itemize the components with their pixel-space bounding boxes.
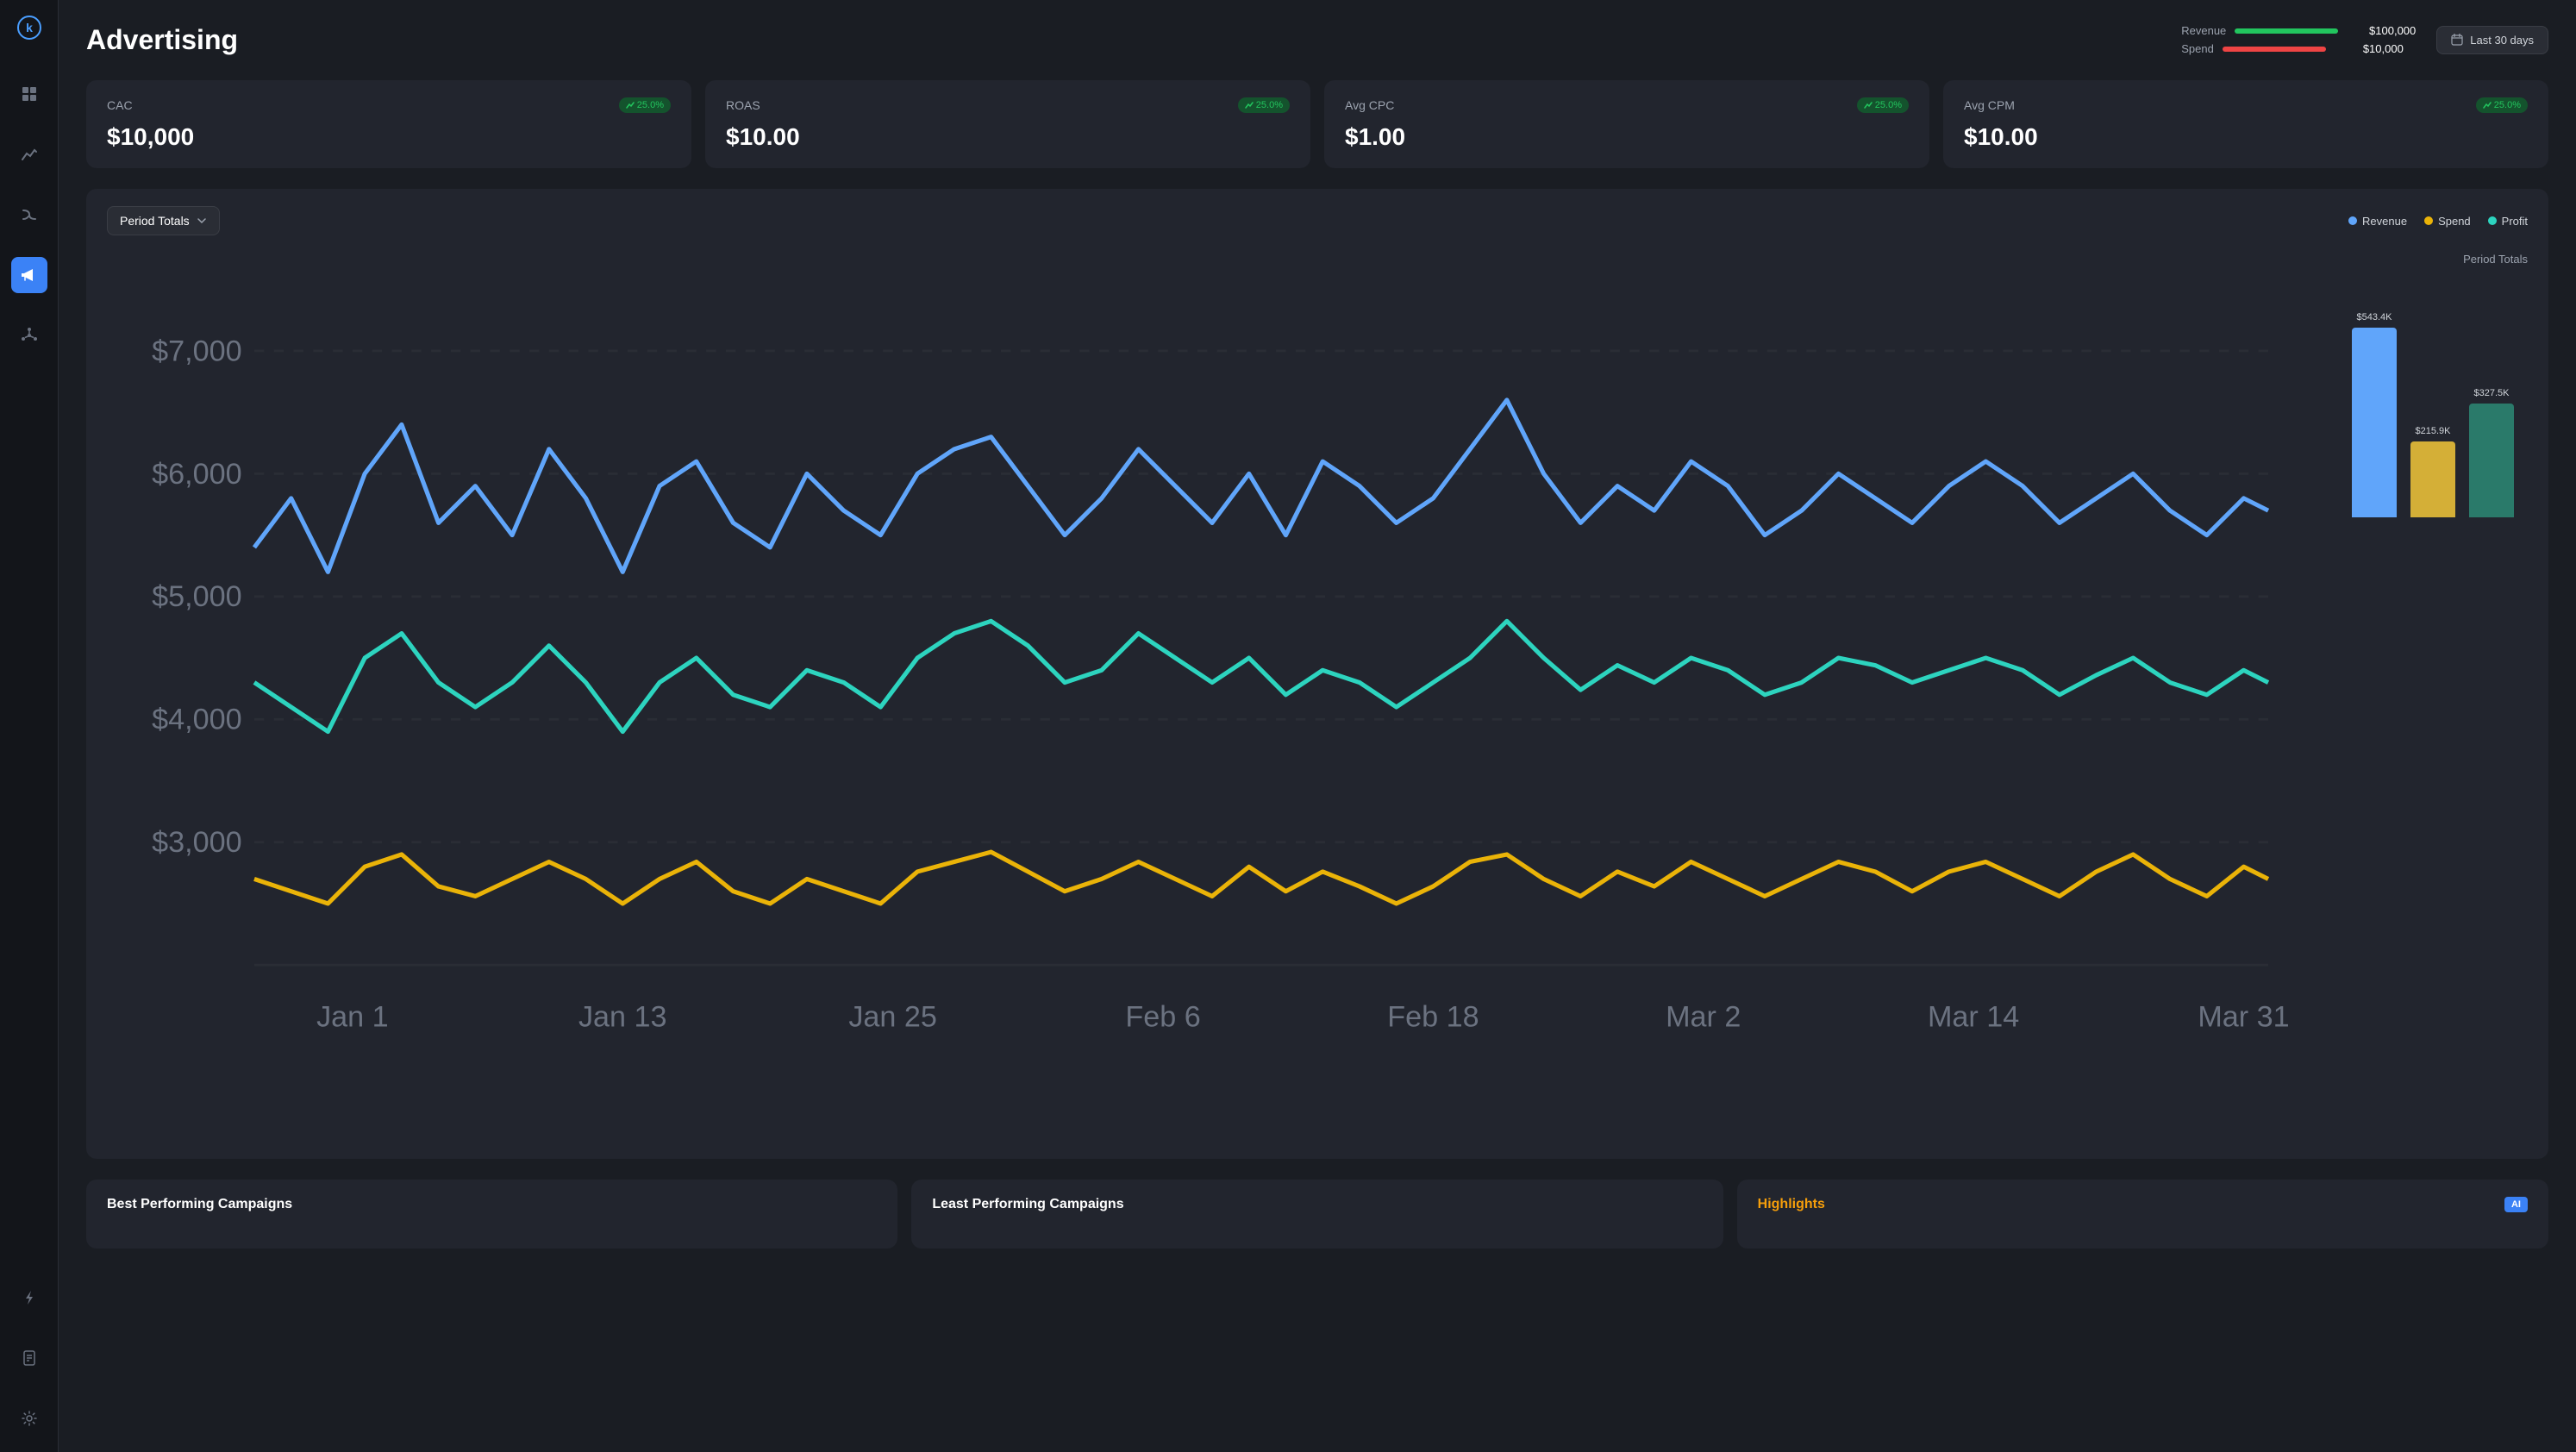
bar-revenue-bar	[2352, 328, 2397, 517]
sidebar-item-integrations[interactable]	[11, 317, 47, 354]
svg-text:Feb 6: Feb 6	[1125, 1000, 1200, 1033]
kpi-card-cac: CAC 25.0% $10,000	[86, 80, 691, 168]
date-filter-button[interactable]: Last 30 days	[2436, 26, 2548, 54]
highlights-title: Highlights	[1758, 1197, 1825, 1212]
bar-chart-area: Period Totals $543.4K $215.9K $327.5K	[2338, 253, 2528, 1142]
dot-spend	[2424, 216, 2433, 225]
legend-profit: Profit	[2488, 215, 2528, 228]
sidebar-item-bolt[interactable]	[11, 1280, 47, 1316]
header-right: Revenue $100,000 Spend $10,000	[2181, 24, 2548, 55]
bar-spend-value: $215.9K	[2416, 426, 2451, 436]
trend-up-icon-2	[1245, 101, 1254, 110]
bar-profit: $327.5K	[2469, 305, 2514, 517]
svg-text:Mar 31: Mar 31	[2198, 1000, 2289, 1033]
line-chart-area: $7,000 $6,000 $5,000 $4,000 $3,000 Jan 1…	[107, 253, 2317, 1142]
legend-profit-label: Profit	[2502, 215, 2528, 228]
kpi-cac-badge: 25.0%	[619, 97, 671, 113]
kpi-card-avg-cpm: Avg CPM 25.0% $10.00	[1943, 80, 2548, 168]
legend-revenue: Revenue	[2348, 215, 2407, 228]
least-campaigns-card: Least Performing Campaigns	[911, 1180, 1723, 1249]
revenue-legend-label: Revenue	[2181, 24, 2226, 37]
chart-dropdown-label: Period Totals	[120, 214, 190, 228]
svg-text:k: k	[26, 21, 33, 34]
svg-text:$6,000: $6,000	[152, 458, 242, 491]
ai-badge: AI	[2504, 1197, 2528, 1212]
revenue-legend-bar	[2235, 28, 2338, 34]
sidebar-item-dashboard[interactable]	[11, 76, 47, 112]
kpi-roas-value: $10.00	[726, 123, 1290, 151]
svg-text:Jan 13: Jan 13	[578, 1000, 667, 1033]
legend-spend-label: Spend	[2438, 215, 2471, 228]
sidebar-item-settings[interactable]	[11, 1400, 47, 1436]
svg-text:$3,000: $3,000	[152, 826, 242, 859]
spend-legend-item: Spend $10,000	[2181, 42, 2416, 55]
legend-revenue-label: Revenue	[2362, 215, 2407, 228]
best-campaigns-card: Best Performing Campaigns	[86, 1180, 897, 1249]
least-campaigns-title: Least Performing Campaigns	[932, 1197, 1702, 1212]
trend-up-icon	[626, 101, 635, 110]
bar-profit-bar	[2469, 404, 2514, 517]
dot-profit	[2488, 216, 2497, 225]
dot-revenue	[2348, 216, 2357, 225]
trend-up-icon-4	[2483, 101, 2492, 110]
bar-profit-value: $327.5K	[2474, 388, 2510, 398]
page-title: Advertising	[86, 24, 238, 56]
bar-spend: $215.9K	[2410, 305, 2455, 517]
sidebar-item-analytics[interactable]	[11, 136, 47, 172]
kpi-card-roas: ROAS 25.0% $10.00	[705, 80, 1310, 168]
chart-header: Period Totals Revenue Spend Profit	[107, 206, 2528, 235]
svg-text:$7,000: $7,000	[152, 335, 242, 367]
best-campaigns-title: Best Performing Campaigns	[107, 1197, 877, 1212]
svg-text:Feb 18: Feb 18	[1387, 1000, 1479, 1033]
sidebar-item-reports[interactable]	[11, 1340, 47, 1376]
kpi-avg-cpm-label: Avg CPM	[1964, 98, 2015, 112]
svg-text:Jan 25: Jan 25	[848, 1000, 937, 1033]
kpi-row: CAC 25.0% $10,000 ROAS 25.0% $10.00 Avg …	[86, 80, 2548, 168]
kpi-avg-cpc-label: Avg CPC	[1345, 98, 1394, 112]
main-content: Advertising Revenue $100,000 Spend $10,0…	[59, 0, 2576, 1452]
chevron-down-icon	[197, 216, 207, 226]
svg-text:Mar 14: Mar 14	[1928, 1000, 2019, 1033]
bar-revenue: $543.4K	[2352, 312, 2397, 517]
chart-container: $7,000 $6,000 $5,000 $4,000 $3,000 Jan 1…	[107, 253, 2528, 1142]
svg-text:Mar 2: Mar 2	[1666, 1000, 1741, 1033]
sidebar-item-advertising[interactable]	[11, 257, 47, 293]
header-legend: Revenue $100,000 Spend $10,000	[2181, 24, 2416, 55]
sidebar-item-flows[interactable]	[11, 197, 47, 233]
sidebar: k	[0, 0, 59, 1452]
spend-legend-value: $10,000	[2335, 42, 2404, 55]
trend-up-icon-3	[1864, 101, 1873, 110]
kpi-card-avg-cpc: Avg CPC 25.0% $1.00	[1324, 80, 1929, 168]
revenue-legend-item: Revenue $100,000	[2181, 24, 2416, 37]
bar-spend-bar	[2410, 441, 2455, 517]
spend-legend-label: Spend	[2181, 42, 2214, 55]
kpi-roas-badge: 25.0%	[1238, 97, 1290, 113]
kpi-cac-value: $10,000	[107, 123, 671, 151]
highlights-card: Highlights AI	[1737, 1180, 2548, 1249]
kpi-avg-cpm-badge: 25.0%	[2476, 97, 2528, 113]
line-chart-svg: $7,000 $6,000 $5,000 $4,000 $3,000 Jan 1…	[107, 253, 2317, 1137]
legend-spend: Spend	[2424, 215, 2471, 228]
svg-text:Jan 1: Jan 1	[316, 1000, 389, 1033]
kpi-roas-label: ROAS	[726, 98, 760, 112]
app-logo: k	[17, 16, 41, 45]
bar-chart-title: Period Totals	[2338, 253, 2528, 266]
date-filter-label: Last 30 days	[2470, 34, 2534, 47]
revenue-legend-value: $100,000	[2347, 24, 2416, 37]
svg-text:$5,000: $5,000	[152, 580, 242, 613]
chart-dropdown[interactable]: Period Totals	[107, 206, 220, 235]
bar-revenue-value: $543.4K	[2357, 312, 2392, 322]
spend-legend-bar	[2223, 47, 2326, 52]
chart-legend: Revenue Spend Profit	[2348, 215, 2528, 228]
kpi-avg-cpm-value: $10.00	[1964, 123, 2528, 151]
kpi-avg-cpc-badge: 25.0%	[1857, 97, 1909, 113]
chart-section: Period Totals Revenue Spend Profit	[86, 189, 2548, 1159]
svg-text:$4,000: $4,000	[152, 704, 242, 736]
calendar-icon	[2451, 34, 2463, 46]
kpi-avg-cpc-value: $1.00	[1345, 123, 1909, 151]
page-header: Advertising Revenue $100,000 Spend $10,0…	[86, 24, 2548, 56]
kpi-cac-label: CAC	[107, 98, 133, 112]
bottom-row: Best Performing Campaigns Least Performi…	[86, 1180, 2548, 1249]
